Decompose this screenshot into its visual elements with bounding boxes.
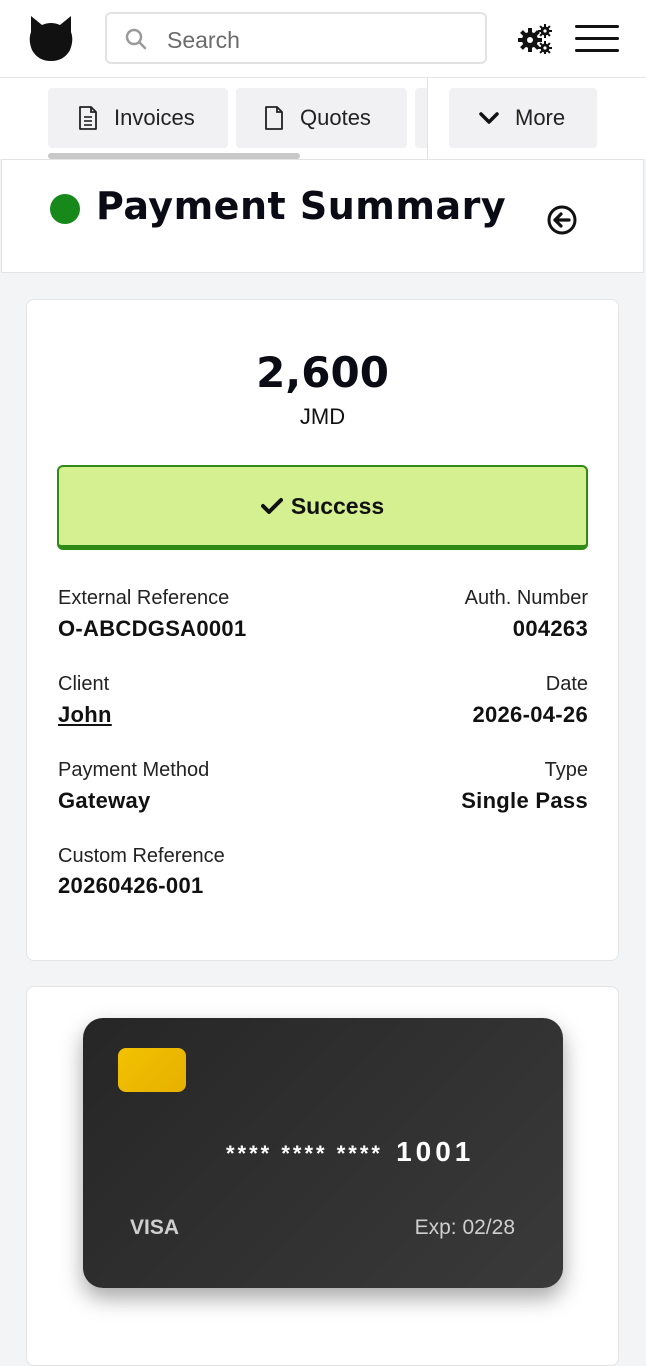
credit-card: **** **** **** 1001 VISA Exp: 02/28 — [83, 1018, 563, 1288]
logo-icon[interactable] — [28, 14, 74, 62]
payment-currency: JMD — [299, 404, 346, 429]
external-reference-value: O-ABCDGSA0001 — [58, 616, 247, 641]
custom-reference-label: Custom Reference — [58, 845, 225, 867]
back-arrow-icon[interactable] — [546, 204, 578, 241]
top-bar — [0, 0, 646, 78]
card-number: **** **** **** 1001 — [226, 1136, 474, 1168]
payment-amount: 2,600 — [256, 348, 389, 397]
tab-partial[interactable] — [415, 88, 427, 148]
payment-method-value: Gateway — [58, 788, 151, 813]
date-value: 2026-04-26 — [472, 702, 588, 727]
external-reference-label: External Reference — [58, 587, 230, 609]
status-label: Success — [290, 492, 385, 519]
tab-label: Quotes — [300, 105, 371, 130]
search-icon — [125, 28, 147, 55]
tab-invoices[interactable]: Invoices — [48, 88, 228, 148]
payment-method-label: Payment Method — [58, 759, 210, 781]
tab-label: More — [515, 105, 566, 130]
card-brand: VISA — [130, 1216, 180, 1239]
client-link[interactable]: John — [58, 702, 112, 727]
auth-number-value: 004263 — [512, 616, 588, 641]
payment-summary-card: 2,600 JMD Success External Reference O-A… — [26, 299, 619, 961]
auth-number-label: Auth. Number — [464, 587, 588, 609]
document-lines-icon — [78, 106, 98, 130]
card-number-masked: **** **** **** — [226, 1141, 383, 1166]
divider — [427, 78, 428, 159]
date-label: Date — [545, 673, 588, 695]
hamburger-menu-icon[interactable] — [575, 25, 619, 53]
tabs-bar: Invoices Quotes More — [0, 78, 646, 159]
chevron-down-icon — [479, 111, 499, 125]
tab-label: Invoices — [114, 105, 195, 130]
custom-reference-value: 20260426-001 — [58, 873, 204, 898]
settings-gears-icon[interactable] — [518, 24, 552, 59]
search-box[interactable] — [105, 12, 487, 64]
client-label: Client — [58, 673, 110, 695]
tab-quotes[interactable]: Quotes — [236, 88, 407, 148]
search-input[interactable] — [165, 23, 469, 57]
type-value: Single Pass — [461, 788, 588, 813]
checkmark-icon — [260, 497, 283, 515]
page-title: Payment Summary — [96, 184, 507, 228]
card-chip-icon — [118, 1048, 186, 1092]
status-dot — [50, 194, 80, 224]
card-expiry: Exp: 02/28 — [414, 1216, 515, 1239]
card-number-last4: 1001 — [396, 1136, 475, 1167]
status-badge: Success — [57, 465, 588, 550]
type-label: Type — [544, 759, 588, 781]
client-value: John — [58, 702, 112, 728]
document-icon — [264, 106, 284, 130]
tab-more[interactable]: More — [449, 88, 597, 148]
page-header: Payment Summary — [1, 159, 644, 273]
